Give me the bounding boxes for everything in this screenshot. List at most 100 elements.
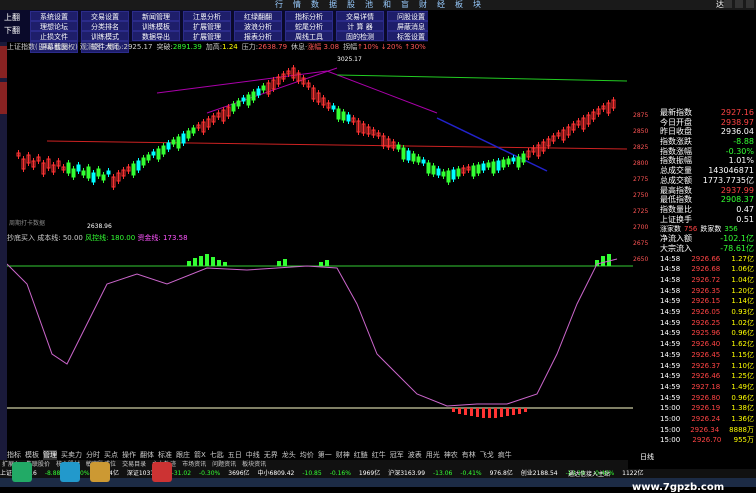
- sub-tab[interactable]: 板块资讯: [242, 460, 266, 469]
- menu-item[interactable]: 指标分析: [285, 11, 333, 21]
- menu-item[interactable]: 系统设置: [30, 11, 78, 21]
- titlebar-item[interactable]: 盲: [399, 0, 411, 10]
- breadth-row: 涨家数 756 跌家数 356: [660, 224, 756, 234]
- tick-list[interactable]: 14:58 2926.66 1.27亿 14:58 2926.68 1.06亿 14:58 2…: [660, 254, 756, 446]
- titlebar-item[interactable]: 据: [327, 0, 339, 10]
- menu-item[interactable]: 新闻管理: [132, 11, 180, 21]
- indicator-tab[interactable]: 模板: [25, 450, 39, 460]
- candle-body: [146, 154, 151, 161]
- indicator-tab[interactable]: 红牛: [372, 450, 386, 460]
- indicator-tab[interactable]: 跟庄: [176, 450, 190, 460]
- candle-body: [136, 160, 141, 171]
- titlebar-item[interactable]: 财: [417, 0, 429, 10]
- indicator-tab[interactable]: 管理: [43, 450, 57, 460]
- titlebar-item[interactable]: 行: [273, 0, 285, 10]
- menu-item[interactable]: 训练模板: [132, 21, 180, 31]
- minimize-button[interactable]: [724, 0, 732, 8]
- indicator-tab[interactable]: 疯牛: [498, 450, 512, 460]
- indicator-tab[interactable]: 指标: [7, 450, 21, 460]
- indicator-tab[interactable]: 五日: [228, 450, 242, 460]
- titlebar-item[interactable]: 数: [309, 0, 321, 10]
- candlestick-chart[interactable]: 2638.96 3025.17 周期打卡数据: [7, 53, 633, 231]
- indicator-tab[interactable]: 翻体: [140, 450, 154, 460]
- tick-row: 15:00 2926.70 955万: [660, 435, 756, 446]
- indicator-tab[interactable]: 均价: [300, 450, 314, 460]
- titlebar-item[interactable]: 板: [453, 0, 465, 10]
- indicator-tab[interactable]: 波表: [408, 450, 422, 460]
- sub-tab[interactable]: 市场资讯: [182, 460, 206, 469]
- axis-tick-label: 2850: [633, 128, 649, 135]
- tick-volume: 955万: [733, 436, 754, 445]
- tick-volume: 1.36亿: [731, 414, 754, 423]
- sub-tab[interactable]: 问题资讯: [212, 460, 236, 469]
- indicator-tab[interactable]: 第一: [318, 450, 332, 460]
- indicator-tab[interactable]: 红鲢: [354, 450, 368, 460]
- menu-item[interactable]: 红绿翻翻: [234, 11, 282, 21]
- menu-item[interactable]: 交易设置: [81, 11, 129, 21]
- maximize-button[interactable]: [735, 0, 743, 8]
- ie-icon[interactable]: [60, 462, 80, 482]
- menu-item[interactable]: 交易详情: [336, 11, 384, 21]
- menu-item[interactable]: 报表分析: [234, 31, 282, 41]
- page-down-button[interactable]: 下翻: [4, 25, 20, 36]
- indicator-chart[interactable]: [7, 244, 633, 450]
- trend-line: [326, 70, 438, 114]
- menu-item[interactable]: 分类排名: [81, 21, 129, 31]
- menu-item[interactable]: 扩展管理: [183, 21, 231, 31]
- indicator-tab[interactable]: 飞戈: [480, 450, 494, 460]
- menu-item[interactable]: 计 算 器: [336, 21, 384, 31]
- menu-item[interactable]: 止损文件: [30, 31, 78, 41]
- indicator-tab[interactable]: 买点: [104, 450, 118, 460]
- tick-row: 15:00 2926.34 8888万: [660, 425, 756, 436]
- titlebar-item[interactable]: 块: [471, 0, 483, 10]
- sub-tab[interactable]: 交易目录: [122, 460, 146, 469]
- menu-item[interactable]: 周线工具: [285, 31, 333, 41]
- indicator-tab[interactable]: 标准: [158, 450, 172, 460]
- menu-item[interactable]: 扩展管理: [183, 31, 231, 41]
- candle-body: [176, 136, 181, 149]
- folder-icon[interactable]: [90, 462, 110, 482]
- vtab-1[interactable]: [0, 46, 7, 78]
- tick-volume: 0.96亿: [731, 329, 754, 338]
- menu-item[interactable]: 固的检测: [336, 31, 384, 41]
- stat-value: 1773.7735亿: [702, 175, 754, 185]
- indicator-tab[interactable]: 财神: [336, 450, 350, 460]
- titlebar-item[interactable]: 和: [381, 0, 393, 10]
- menu-item[interactable]: 理想论坛: [30, 21, 78, 31]
- axis-tick-label: 2800: [633, 160, 649, 167]
- axis-tick-label: 2750: [633, 192, 649, 199]
- indicator-tab[interactable]: 龙头: [282, 450, 296, 460]
- indicator-tab[interactable]: 中线: [246, 450, 260, 460]
- titlebar-item[interactable]: 经: [435, 0, 447, 10]
- menu-item[interactable]: 波浪分析: [234, 21, 282, 31]
- indicator-tab[interactable]: 无界: [264, 450, 278, 460]
- indicator-tab[interactable]: 神农: [444, 450, 458, 460]
- page-up-button[interactable]: 上翻: [4, 12, 20, 23]
- menu-item[interactable]: 数据导出: [132, 31, 180, 41]
- indicator-tab[interactable]: 有林: [462, 450, 476, 460]
- ticker-item: 3696亿: [228, 470, 250, 477]
- titlebar-item[interactable]: 股: [345, 0, 357, 10]
- indicator-tab[interactable]: 分时: [86, 450, 100, 460]
- function-menu-panel: 上翻 下翻 系统设置 交易设置 新闻管理 江恩分析 红绿翻翻 指标分析 交易详情 问股设置 理想…: [0, 10, 435, 53]
- indicator-tab[interactable]: 买卖力: [61, 450, 82, 460]
- indicator-tab[interactable]: 用光: [426, 450, 440, 460]
- ticker-item: -0.41%: [460, 470, 482, 477]
- indicator-tab[interactable]: 冠军: [390, 450, 404, 460]
- ticker-item: -8.88: [44, 470, 61, 477]
- indicator-tab[interactable]: 箭X: [194, 450, 206, 460]
- menu-item[interactable]: 蛇尾分析: [285, 21, 333, 31]
- vtab-2[interactable]: [0, 82, 7, 114]
- candle-body: [166, 142, 171, 150]
- start-icon[interactable]: [12, 462, 32, 482]
- titlebar-item[interactable]: 情: [291, 0, 303, 10]
- app-icon[interactable]: [152, 462, 172, 482]
- indicator-tab[interactable]: 七匙: [210, 450, 224, 460]
- menu-item[interactable]: 训练模式: [81, 31, 129, 41]
- close-button[interactable]: [746, 0, 754, 8]
- titlebar-item[interactable]: 池: [363, 0, 375, 10]
- menu-item[interactable]: 江恩分析: [183, 11, 231, 21]
- tick-price: 2926.15: [691, 297, 721, 306]
- indicator-tab[interactable]: 操作: [122, 450, 136, 460]
- candle-body: [456, 168, 461, 177]
